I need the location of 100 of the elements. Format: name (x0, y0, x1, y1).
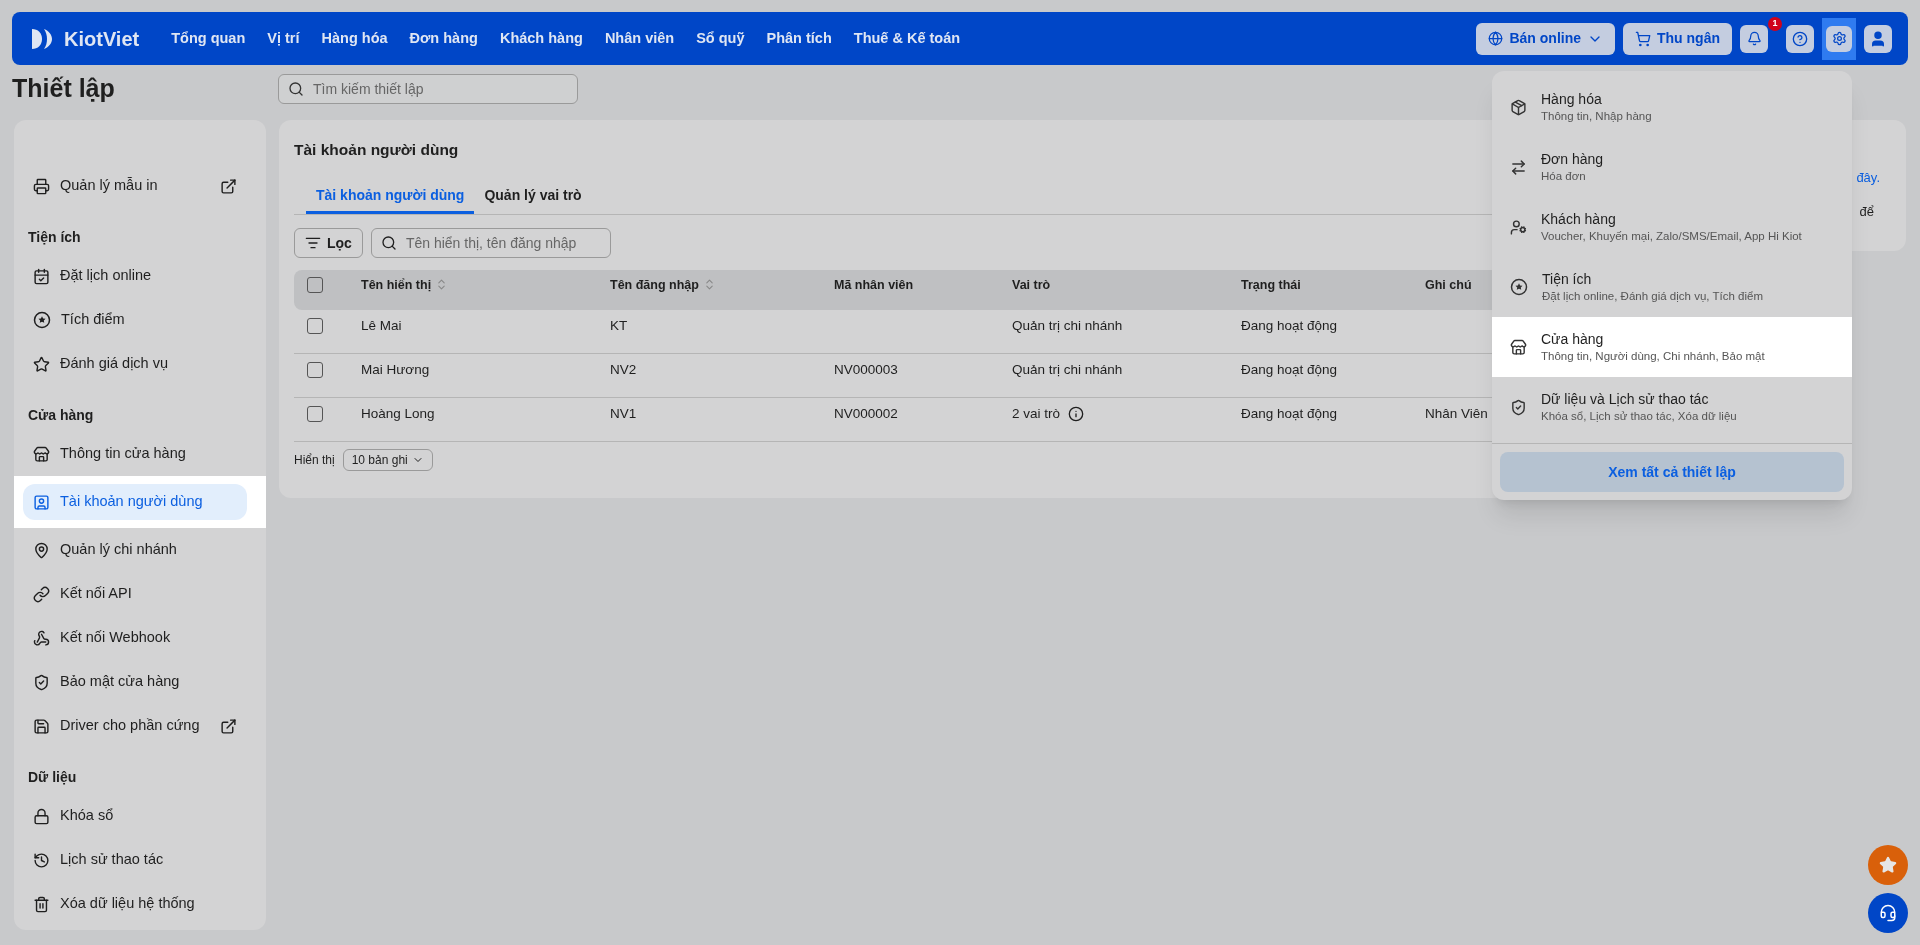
nav-link[interactable]: Vị trí (267, 27, 300, 50)
search-field[interactable]: Tìm kiếm thiết lập (278, 73, 578, 104)
settings-menu-item[interactable]: Tiện ích Đặt lịch online, Đánh giá dịch vụ, Tích điểm (1492, 257, 1852, 317)
sidebar-item[interactable]: Quản lý chi nhánh (23, 532, 247, 568)
menu-item-title: Tiện ích (1542, 270, 1593, 288)
table-cell-text: 2 vai trò (1012, 404, 1061, 423)
link-icon (33, 585, 50, 603)
table-cell-text: Hoàng Long (361, 404, 435, 423)
notification-button[interactable] (1740, 24, 1768, 53)
nav-link[interactable]: Đơn hàng (409, 27, 478, 50)
settings-menu-item[interactable]: Đơn hàng Hóa đơn (1492, 137, 1852, 197)
sidebar-item[interactable]: Lịch sử thao tác (23, 842, 247, 878)
menu-item-subtitle: Khóa sổ, Lịch sử thao tác, Xóa dữ liệu (1541, 409, 1737, 424)
settings-menu-item[interactable]: Cửa hàng Thông tin, Người dùng, Chi nhánh, Bảo mật (1492, 317, 1852, 377)
history-icon (33, 851, 50, 869)
support-button[interactable] (1868, 893, 1908, 933)
table-cell-text: Đang hoạt động (1241, 360, 1338, 379)
star-icon (1879, 856, 1897, 874)
checkbox[interactable] (307, 362, 323, 379)
nav-link[interactable]: Sổ quỹ (696, 27, 745, 50)
page-size-dropdown[interactable]: 10 bản ghi (342, 449, 433, 472)
column-header: Trạng thái (1241, 276, 1301, 294)
sidebar-item[interactable]: Đánh giá dịch vụ (23, 346, 247, 382)
page-size-label: Hiển thị (294, 452, 335, 470)
settings-menu-item[interactable]: Khách hàng Voucher, Khuyến mại, Zalo/SMS/Email, App Hi Kiot (1492, 197, 1852, 257)
table-cell-text: Quản trị chi nhánh (1012, 316, 1123, 335)
shield-check-icon (33, 673, 50, 691)
sidebar-item[interactable]: Xóa dữ liệu hệ thống (23, 886, 247, 922)
info-text: để (1859, 202, 1874, 221)
sidebar-item[interactable]: Thông tin cửa hàng (23, 436, 247, 472)
notification-badge: 1 (1768, 16, 1782, 31)
sidebar-item[interactable]: Tài khoản người dùng (23, 484, 247, 520)
settings-button[interactable] (1822, 17, 1856, 60)
user-search-field[interactable]: Tên hiển thị, tên đăng nhập (370, 228, 611, 259)
nav-link[interactable]: Tổng quan (171, 27, 246, 50)
sidebar-item[interactable]: Quản lý mẫu in (23, 168, 247, 204)
column-header[interactable]: Tên đăng nhập (610, 275, 716, 295)
help-button[interactable] (1786, 24, 1814, 53)
checkbox[interactable] (307, 276, 323, 293)
link[interactable]: đây. (1856, 168, 1880, 188)
menu-item-title: Hàng hóa (1541, 90, 1603, 108)
checkbox[interactable] (307, 406, 323, 423)
table-cell-text: NV1 (610, 404, 637, 423)
external-link-icon (220, 717, 237, 735)
info-icon[interactable] (1068, 406, 1085, 423)
table-cell-text: NV2 (610, 360, 637, 379)
favorite-button[interactable] (1868, 845, 1908, 885)
sidebar-section-title: Tiện ích (27, 227, 82, 247)
sidebar-item[interactable]: Kết nối Webhook (23, 620, 247, 656)
filter-button[interactable]: Lọc (294, 228, 363, 259)
menu-item-subtitle: Hóa đơn (1541, 169, 1587, 184)
sidebar-section-title: Cửa hàng (27, 405, 95, 425)
menu-item-title: Đơn hàng (1541, 150, 1604, 168)
trash-icon (33, 895, 50, 913)
globe-icon (1488, 31, 1504, 46)
sidebar-item[interactable]: Đặt lịch online (23, 258, 247, 294)
tab[interactable]: Quản lý vai trò (474, 179, 592, 215)
page-title: Thiết lập (11, 72, 116, 104)
user-card-icon (33, 493, 50, 511)
nav-link[interactable]: Hàng hóa (321, 27, 388, 50)
nav-link[interactable]: Thuế & Kế toán (853, 27, 961, 50)
help-icon (1792, 30, 1808, 47)
star-icon (33, 355, 50, 373)
nav-link[interactable]: Phân tích (766, 27, 832, 50)
menu-item-subtitle: Thông tin, Nhập hàng (1541, 109, 1652, 124)
box-icon (1510, 98, 1527, 116)
table-cell-text: KT (610, 316, 628, 335)
online-sales-button[interactable]: Bán online (1476, 22, 1615, 55)
menu-item-title: Dữ liệu và Lịch sử thao tác (1541, 390, 1710, 408)
nav-link[interactable]: Khách hàng (499, 27, 583, 50)
external-link-icon (220, 177, 237, 195)
settings-menu-item[interactable]: Hàng hóa Thông tin, Nhập hàng (1492, 77, 1852, 137)
sidebar-item[interactable]: Kết nối API (23, 576, 247, 612)
sidebar-item[interactable]: Bảo mật cửa hàng (23, 664, 247, 700)
table-cell-text: Lê Mai (361, 316, 402, 335)
sidebar-item[interactable]: Khóa sổ (23, 798, 247, 834)
table-cell-text: Mai Hương (361, 360, 430, 379)
tab[interactable]: Tài khoản người dùng (306, 179, 475, 215)
sidebar-item[interactable]: Driver cho phần cứng (23, 708, 247, 744)
column-header: Ghi chú (1425, 276, 1472, 294)
nav-link[interactable]: Nhân viên (604, 27, 675, 50)
settings-menu-item[interactable]: Dữ liệu và Lịch sử thao tác Khóa sổ, Lịch sử thao tác, Xóa dữ liệu (1492, 377, 1852, 437)
shield-check-icon (1510, 398, 1527, 416)
menu-item-subtitle: Đặt lịch online, Đánh giá dịch vụ, Tích điểm (1542, 289, 1763, 304)
store-icon (33, 445, 50, 463)
column-header[interactable]: Tên hiển thị (361, 275, 449, 295)
column-header: Mã nhân viên (834, 276, 914, 294)
avatar-button[interactable] (1864, 24, 1892, 53)
headset-icon (1879, 904, 1897, 922)
table-cell-text: NV000002 (834, 404, 898, 423)
search-icon (380, 235, 397, 252)
sidebar-item[interactable]: Tích điểm (23, 302, 247, 338)
checkbox[interactable] (307, 318, 323, 335)
cashier-button[interactable]: Thu ngân (1623, 22, 1732, 55)
lock-icon (33, 807, 50, 825)
logo-text[interactable]: KiotViet (64, 23, 140, 54)
menu-item-subtitle: Voucher, Khuyến mại, Zalo/SMS/Email, App Hi Kiot (1541, 229, 1802, 244)
star-circle-icon (33, 311, 51, 329)
table-cell-text: Đang hoạt động (1241, 316, 1338, 335)
table-cell-text: NV000003 (834, 360, 898, 379)
